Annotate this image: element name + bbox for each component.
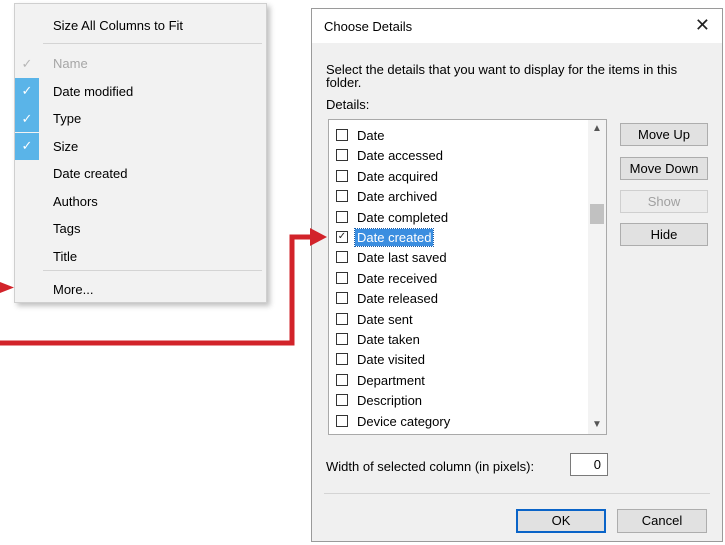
menu-item-more[interactable]: More... — [15, 276, 266, 303]
menu-item-label: Size — [53, 138, 79, 154]
menu-item-label: Type — [53, 111, 82, 126]
detail-checkbox[interactable] — [336, 169, 348, 182]
detail-checkbox[interactable] — [336, 210, 348, 223]
check-icon — [15, 243, 39, 270]
detail-row[interactable]: Date completed — [329, 208, 587, 228]
scroll-up-icon[interactable]: ▲ — [588, 120, 606, 138]
menu-item-tags[interactable]: Tags — [15, 215, 266, 242]
menu-item-authors[interactable]: Authors — [15, 188, 266, 215]
check-icon: ✓ — [15, 132, 39, 160]
detail-checkbox[interactable] — [336, 190, 348, 203]
detail-checkbox[interactable] — [336, 271, 348, 284]
detail-label: Date last saved — [357, 250, 447, 266]
menu-item-label: Authors — [53, 193, 98, 209]
check-icon: ✓ — [15, 77, 39, 105]
move-down-button[interactable]: Move Down — [620, 157, 708, 180]
detail-checkbox[interactable] — [336, 312, 348, 325]
cancel-button[interactable]: Cancel — [617, 509, 707, 533]
left-arrow-head-icon — [0, 282, 14, 293]
detail-row[interactable]: Date — [329, 126, 587, 146]
detail-row[interactable]: Date sent — [329, 310, 587, 330]
menu-item-label: Title — [53, 248, 78, 264]
menu-item-size-all-columns[interactable]: Size All Columns to Fit — [15, 12, 266, 39]
detail-row[interactable]: Date visited — [329, 350, 587, 370]
menu-separator — [43, 43, 262, 44]
detail-row[interactable]: ✓ Date created — [329, 228, 587, 248]
columns-context-menu: Size All Columns to Fit ✓ Name ✓ Date modif… — [14, 3, 267, 303]
menu-item-title[interactable]: Title — [15, 243, 266, 270]
detail-row[interactable]: Date acquired — [329, 167, 587, 187]
detail-row[interactable]: Device category — [329, 412, 587, 432]
detail-checkbox[interactable]: ✓ — [336, 231, 348, 243]
detail-checkbox[interactable] — [336, 149, 348, 162]
detail-label: Description — [357, 393, 423, 409]
detail-label: Date completed — [357, 209, 449, 225]
detail-label: Department — [357, 372, 425, 388]
detail-checkbox[interactable] — [336, 394, 348, 407]
dialog-instructions: Select the details that you want to disp… — [326, 62, 678, 90]
check-icon — [15, 215, 39, 242]
detail-row[interactable]: Department — [329, 371, 587, 391]
menu-item-label: More... — [53, 282, 94, 297]
detail-checkbox[interactable] — [336, 373, 348, 386]
detail-row[interactable]: Date received — [329, 269, 587, 289]
menu-item-date-created[interactable]: Date created — [15, 160, 266, 187]
menu-item-label: Size All Columns to Fit — [53, 18, 184, 33]
choose-details-dialog: Choose Details ✕ Select the details that… — [311, 8, 723, 542]
dialog-divider — [324, 493, 710, 494]
menu-item-label: Date modified — [53, 83, 134, 99]
detail-label: Date — [357, 128, 385, 143]
details-label: Details: — [326, 97, 370, 112]
menu-item-size[interactable]: ✓ Size — [15, 132, 266, 160]
detail-label: Date sent — [357, 311, 413, 327]
detail-checkbox[interactable] — [336, 251, 348, 264]
dialog-title-bar: Choose Details ✕ — [312, 9, 722, 43]
detail-checkbox[interactable] — [336, 414, 348, 427]
menu-item-label: Tags — [53, 221, 81, 236]
detail-label: Device category — [357, 413, 451, 429]
detail-label: Date created — [353, 228, 435, 247]
menu-separator — [43, 270, 262, 271]
detail-checkbox[interactable] — [336, 292, 348, 305]
detail-label: Date released — [357, 291, 438, 307]
check-icon: ✓ — [21, 55, 33, 71]
menu-item-name[interactable]: ✓ Name — [15, 50, 266, 77]
detail-label: Date accessed — [357, 148, 443, 164]
detail-label: Date visited — [357, 352, 425, 368]
scroll-thumb[interactable] — [590, 204, 604, 224]
detail-label: Date taken — [357, 332, 420, 347]
detail-row[interactable]: Date accessed — [329, 146, 587, 166]
menu-item-label: Name — [53, 56, 88, 71]
move-up-button[interactable]: Move Up — [620, 123, 708, 146]
column-width-input[interactable]: 0 — [570, 453, 608, 476]
detail-label: Date archived — [357, 189, 438, 205]
menu-item-label: Date created — [53, 166, 128, 181]
dialog-title: Choose Details — [324, 19, 413, 34]
ok-button[interactable]: OK — [516, 509, 606, 533]
detail-row[interactable]: Date released — [329, 289, 587, 309]
show-button[interactable]: Show — [620, 190, 708, 213]
menu-item-date-modified[interactable]: ✓ Date modified — [15, 77, 266, 105]
detail-row[interactable]: Date taken — [329, 330, 587, 350]
detail-label: Date acquired — [357, 168, 438, 184]
detail-row[interactable]: Date last saved — [329, 248, 587, 268]
hide-button[interactable]: Hide — [620, 223, 708, 246]
close-icon[interactable]: ✕ — [695, 15, 710, 36]
scroll-down-icon[interactable]: ▼ — [588, 416, 606, 434]
detail-label: Date received — [357, 270, 438, 286]
check-icon — [15, 160, 39, 187]
detail-row[interactable]: Date archived — [329, 187, 587, 207]
menu-item-type[interactable]: ✓ Type — [15, 105, 266, 132]
check-icon — [15, 188, 39, 215]
detail-checkbox[interactable] — [336, 129, 348, 141]
detail-row[interactable]: Description — [329, 391, 587, 411]
check-icon: ✓ — [15, 105, 39, 132]
listbox-scrollbar[interactable]: ▲ ▼ — [588, 120, 606, 434]
column-width-label: Width of selected column (in pixels): — [326, 459, 535, 474]
detail-checkbox[interactable] — [336, 353, 348, 366]
detail-checkbox[interactable] — [336, 333, 348, 345]
details-listbox[interactable]: Date Date accessed Date acquired Date archi… — [328, 119, 607, 435]
